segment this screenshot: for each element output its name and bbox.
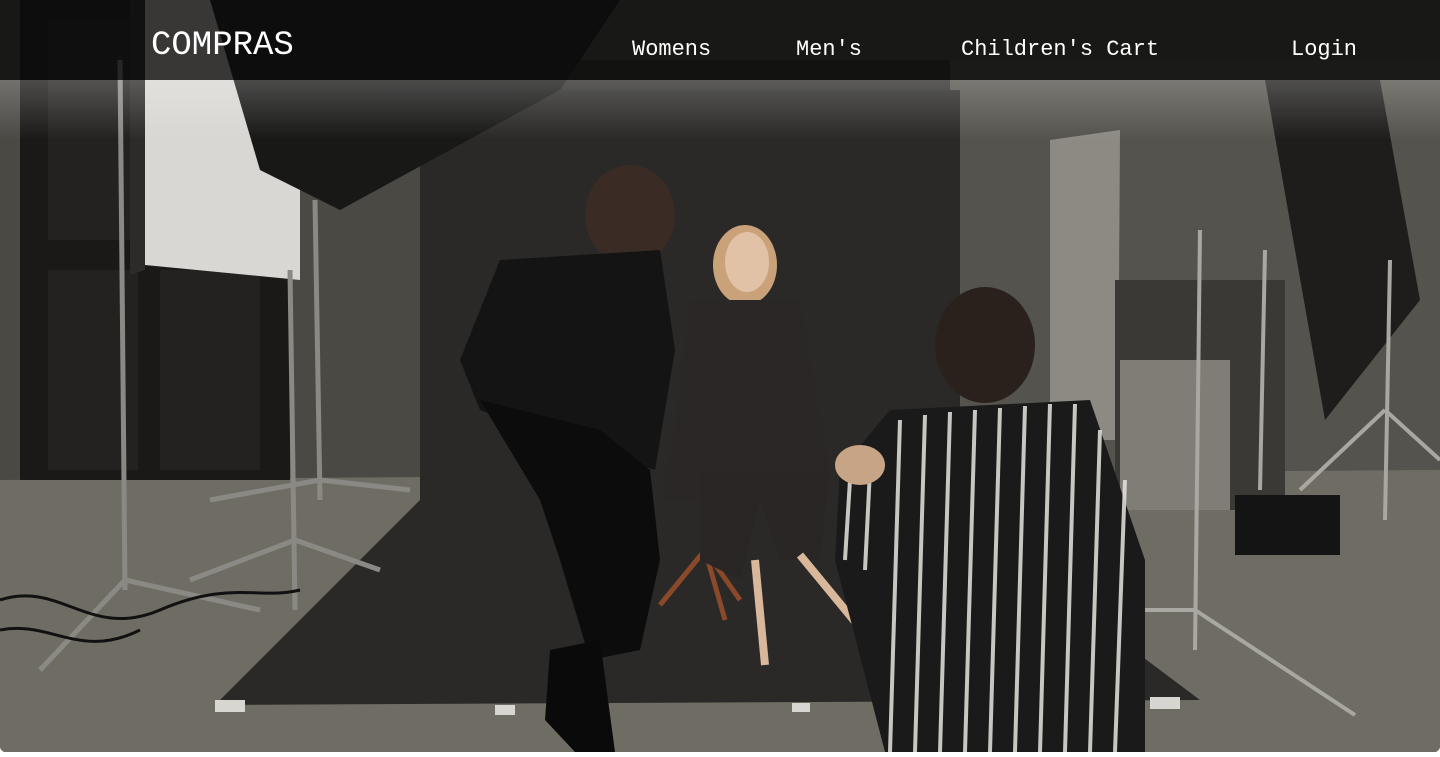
page: COMPRAS Womens Men's Children's Cart Log… — [0, 0, 1440, 757]
nav-link-womens[interactable]: Womens — [632, 36, 711, 64]
brand-logo[interactable]: COMPRAS — [151, 26, 294, 66]
top-navbar: COMPRAS Womens Men's Children's Cart Log… — [0, 0, 1440, 80]
nav-link-mens[interactable]: Men's — [796, 36, 862, 64]
hero-image — [0, 0, 1440, 752]
nav-link-childrens-cart[interactable]: Children's Cart — [961, 36, 1159, 64]
nav-link-login[interactable]: Login — [1291, 36, 1357, 64]
photo-studio-scene — [0, 0, 1440, 752]
